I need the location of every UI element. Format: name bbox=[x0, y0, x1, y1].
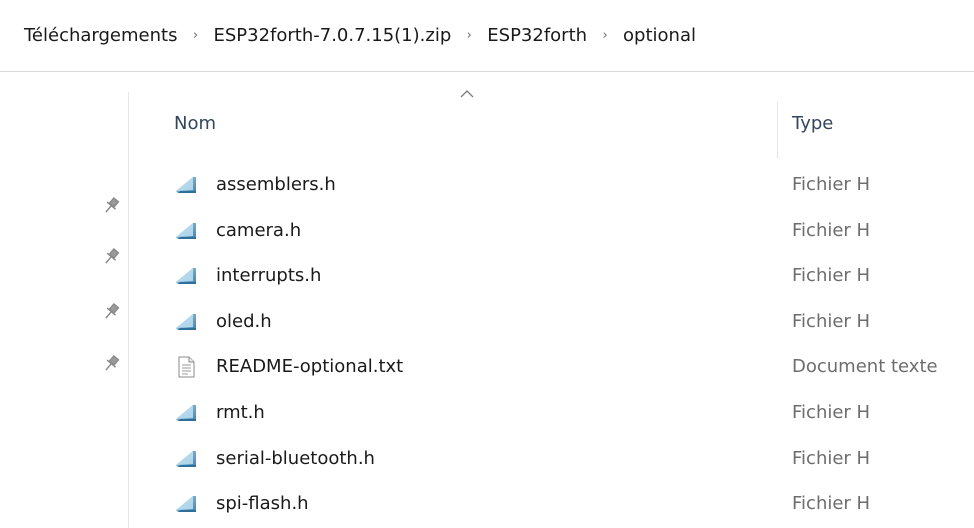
column-divider[interactable] bbox=[777, 102, 778, 158]
navigation-pane bbox=[0, 92, 129, 528]
file-name: serial-bluetooth.h bbox=[216, 447, 375, 469]
pin-icon[interactable] bbox=[100, 353, 122, 375]
file-type: Fichier H bbox=[792, 265, 871, 287]
header-file-icon bbox=[174, 264, 198, 288]
file-row[interactable]: oled.h Fichier H bbox=[129, 300, 974, 346]
file-type: Fichier H bbox=[792, 310, 871, 332]
file-row[interactable]: README-optional.txt Document texte bbox=[129, 345, 974, 391]
column-header-name[interactable]: Nom bbox=[174, 112, 216, 136]
file-name: interrupts.h bbox=[216, 265, 322, 287]
file-type: Fichier H bbox=[792, 219, 871, 241]
breadcrumb-separator-icon[interactable]: › bbox=[587, 28, 623, 43]
file-name: spi-flash.h bbox=[216, 493, 309, 515]
sort-ascending-icon[interactable] bbox=[459, 88, 475, 100]
header-file-icon bbox=[174, 492, 198, 516]
file-name: README-optional.txt bbox=[216, 356, 404, 378]
file-name: assemblers.h bbox=[216, 174, 336, 195]
breadcrumb: Téléchargements › ESP32forth-7.0.7.15(1)… bbox=[0, 0, 974, 72]
pin-icon[interactable] bbox=[100, 246, 122, 268]
header-file-icon bbox=[174, 447, 198, 471]
header-file-icon bbox=[174, 401, 198, 425]
pin-icon[interactable] bbox=[100, 195, 122, 217]
file-row[interactable]: serial-bluetooth.h Fichier H bbox=[129, 437, 974, 483]
file-row[interactable]: spi-flash.h Fichier H bbox=[129, 482, 974, 528]
header-file-icon bbox=[174, 219, 198, 243]
file-name: camera.h bbox=[216, 219, 302, 241]
file-type: Fichier H bbox=[792, 174, 871, 195]
file-name: rmt.h bbox=[216, 401, 265, 423]
pin-icon[interactable] bbox=[100, 301, 122, 323]
breadcrumb-item-zip[interactable]: ESP32forth-7.0.7.15(1).zip bbox=[213, 25, 451, 46]
file-list: Nom Type assemblers.h Fichier H camera.h… bbox=[129, 90, 974, 528]
file-type: Document texte bbox=[792, 356, 938, 378]
file-row[interactable]: interrupts.h Fichier H bbox=[129, 254, 974, 300]
file-row[interactable]: camera.h Fichier H bbox=[129, 209, 974, 255]
file-type: Fichier H bbox=[792, 447, 871, 469]
breadcrumb-separator-icon[interactable]: › bbox=[451, 28, 487, 43]
file-type: Fichier H bbox=[792, 401, 871, 423]
text-file-icon bbox=[174, 355, 198, 379]
column-header-row: Nom Type bbox=[129, 90, 974, 158]
breadcrumb-item-telechargements[interactable]: Téléchargements bbox=[24, 25, 177, 46]
file-row[interactable]: assemblers.h Fichier H bbox=[129, 163, 974, 209]
breadcrumb-item-esp32forth[interactable]: ESP32forth bbox=[487, 25, 587, 46]
breadcrumb-item-optional[interactable]: optional bbox=[623, 25, 696, 46]
header-file-icon bbox=[174, 173, 198, 197]
file-row[interactable]: rmt.h Fichier H bbox=[129, 391, 974, 437]
breadcrumb-separator-icon[interactable]: › bbox=[177, 28, 213, 43]
header-file-icon bbox=[174, 310, 198, 334]
file-name: oled.h bbox=[216, 310, 272, 332]
column-header-type[interactable]: Type bbox=[792, 112, 833, 136]
file-type: Fichier H bbox=[792, 493, 871, 515]
file-rows: assemblers.h Fichier H camera.h Fichier … bbox=[129, 163, 974, 528]
